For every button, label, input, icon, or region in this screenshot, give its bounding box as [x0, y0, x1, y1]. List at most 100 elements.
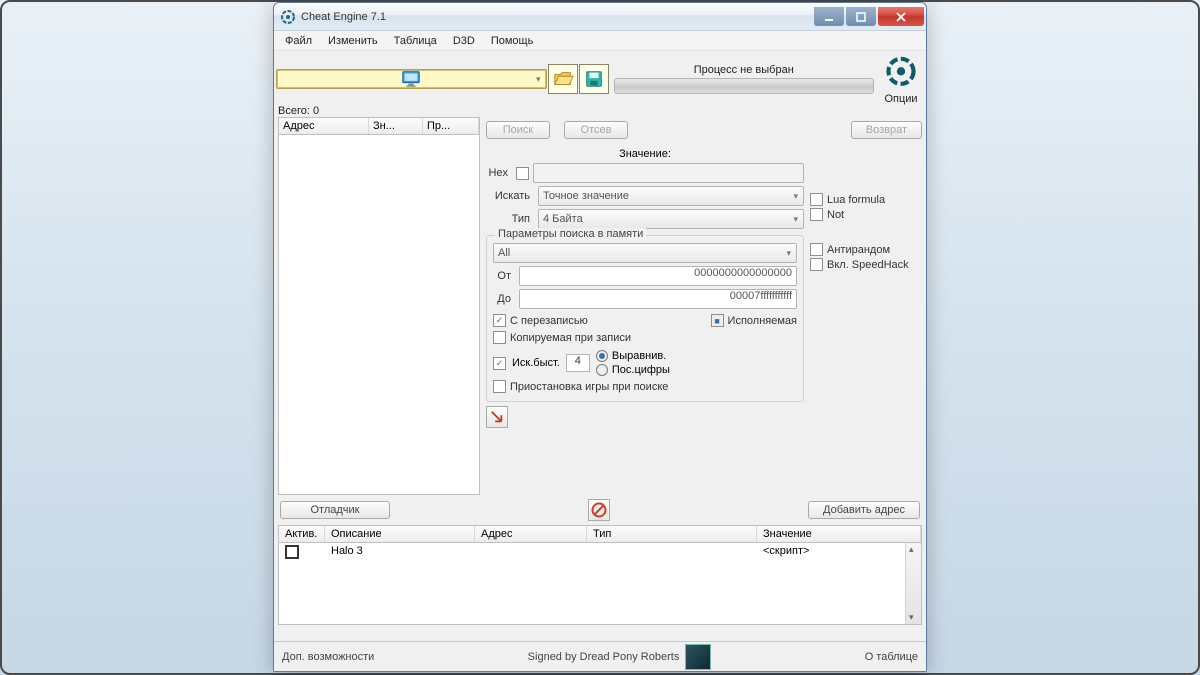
lua-formula-checkbox[interactable] [810, 193, 823, 206]
lua-label: Lua formula [827, 194, 885, 206]
not-label: Not [827, 209, 844, 221]
results-col-prev[interactable]: Пр... [423, 118, 479, 134]
results-col-value[interactable]: Зн... [369, 118, 423, 134]
aligned-radio[interactable] [596, 350, 608, 362]
signature-label: Signed by Dread Pony Roberts [528, 651, 680, 663]
menu-table[interactable]: Таблица [387, 33, 444, 49]
col-value[interactable]: Значение [757, 526, 921, 542]
row-value[interactable]: <скрипт> [757, 545, 921, 562]
scan-type-select[interactable]: Точное значение [538, 186, 804, 206]
last-digits-radio[interactable] [596, 364, 608, 376]
range-stop-input[interactable]: 00007fffffffffff [519, 289, 797, 309]
from-label: От [493, 270, 515, 282]
author-avatar-icon [685, 644, 711, 670]
table-extras-link[interactable]: О таблице [865, 651, 918, 663]
process-label: Процесс не выбран [614, 64, 875, 76]
total-label: Всего: [278, 105, 310, 117]
fast-scan-checkbox[interactable]: ✓ [493, 357, 506, 370]
address-table-header: Актив. Описание Адрес Тип Значение [278, 525, 922, 543]
value-label: Значение: [619, 148, 671, 160]
row-type[interactable] [587, 545, 757, 562]
app-window: Cheat Engine 7.1 Файл Изменить Таблица D… [273, 2, 927, 672]
last-digits-label: Пос.цифры [612, 364, 670, 376]
undo-scan-button[interactable]: Возврат [851, 121, 922, 139]
save-button[interactable] [579, 64, 609, 94]
total-value: 0 [313, 105, 319, 117]
mid-actions: Отладчик Добавить адрес [274, 495, 926, 525]
col-address[interactable]: Адрес [475, 526, 587, 542]
speedhack-label: Вкл. SpeedHack [827, 259, 909, 271]
menu-d3d[interactable]: D3D [446, 33, 482, 49]
type-label: Тип [486, 213, 534, 225]
search-for-label: Искать [486, 190, 534, 202]
executable-label: Исполняемая [728, 315, 797, 327]
search-pane: Поиск Отсев Возврат Значение: Hex [486, 117, 922, 495]
open-process-button[interactable] [276, 69, 547, 89]
unrandomizer-checkbox[interactable] [810, 243, 823, 256]
maximize-button[interactable] [846, 7, 876, 26]
row-active-checkbox[interactable] [285, 545, 299, 559]
fast-scan-label: Иск.быст. [512, 357, 560, 369]
results-col-address[interactable]: Адрес [279, 118, 369, 134]
toolbar-row: Процесс не выбран Опции [274, 51, 926, 105]
range-start-input[interactable]: 0000000000000000 [519, 266, 797, 286]
first-scan-button[interactable]: Поиск [486, 121, 550, 139]
address-table[interactable]: Halo 3 <скрипт> [278, 543, 922, 625]
scrollbar[interactable] [905, 543, 921, 624]
row-description[interactable]: Halo 3 [325, 545, 475, 562]
value-input[interactable] [533, 163, 804, 183]
window-buttons [814, 7, 924, 26]
writable-label: С перезаписью [510, 315, 588, 327]
table-row[interactable]: Halo 3 <скрипт> [279, 543, 921, 564]
menu-file[interactable]: Файл [278, 33, 319, 49]
memory-params-legend: Параметры поиска в памяти [495, 228, 646, 240]
cow-label: Копируемая при записи [510, 332, 631, 344]
clear-list-button[interactable] [588, 499, 610, 521]
side-options: Lua formula Not Антирандом Вкл. SpeedHac… [810, 145, 922, 428]
writable-checkbox[interactable]: ✓ [493, 314, 506, 327]
menubar: Файл Изменить Таблица D3D Помощь [274, 31, 926, 51]
pause-game-checkbox[interactable] [493, 380, 506, 393]
results-list[interactable] [278, 135, 480, 495]
titlebar[interactable]: Cheat Engine 7.1 [274, 3, 926, 31]
add-to-list-button[interactable] [486, 406, 508, 428]
minimize-button[interactable] [814, 7, 844, 26]
window-title: Cheat Engine 7.1 [301, 11, 814, 23]
cheat-engine-logo-icon[interactable] [881, 53, 921, 93]
speedhack-checkbox[interactable] [810, 258, 823, 271]
menu-edit[interactable]: Изменить [321, 33, 385, 49]
alignment-input[interactable]: 4 [566, 354, 590, 372]
row-address[interactable] [475, 545, 587, 562]
process-bar: Процесс не выбран [614, 64, 875, 94]
col-active[interactable]: Актив. [279, 526, 325, 542]
add-address-button[interactable]: Добавить адрес [808, 501, 920, 519]
advanced-options-link[interactable]: Доп. возможности [282, 651, 374, 663]
search-buttons: Поиск Отсев Возврат [486, 121, 922, 139]
col-type[interactable]: Тип [587, 526, 757, 542]
copy-on-write-checkbox[interactable] [493, 331, 506, 344]
next-scan-button[interactable]: Отсев [564, 121, 628, 139]
close-button[interactable] [878, 7, 924, 26]
menu-help[interactable]: Помощь [484, 33, 541, 49]
memory-scan-fieldset: Параметры поиска в памяти All От 0000000… [486, 235, 804, 402]
hex-label: Hex [486, 167, 512, 179]
middle-split: Адрес Зн... Пр... Поиск Отсев Возврат Зн [274, 117, 926, 495]
memory-view-button[interactable]: Отладчик [280, 501, 390, 519]
options-label[interactable]: Опции [884, 93, 917, 105]
antirandom-label: Антирандом [827, 244, 890, 256]
results-pane: Адрес Зн... Пр... [278, 117, 480, 495]
aligned-label: Выравнив. [612, 350, 666, 362]
executable-checkbox[interactable]: ■ [711, 314, 724, 327]
not-checkbox[interactable] [810, 208, 823, 221]
footer: Доп. возможности Signed by Dread Pony Ro… [274, 641, 926, 671]
progress-bar [614, 78, 875, 94]
to-label: До [493, 293, 515, 305]
memory-region-select[interactable]: All [493, 243, 797, 263]
logo-column: Опции [878, 53, 924, 105]
pause-label: Приостановка игры при поиске [510, 381, 668, 393]
hex-checkbox[interactable] [516, 167, 529, 180]
open-file-button[interactable] [548, 64, 578, 94]
col-description[interactable]: Описание [325, 526, 475, 542]
results-header: Адрес Зн... Пр... [278, 117, 480, 135]
value-type-select[interactable]: 4 Байта [538, 209, 804, 229]
